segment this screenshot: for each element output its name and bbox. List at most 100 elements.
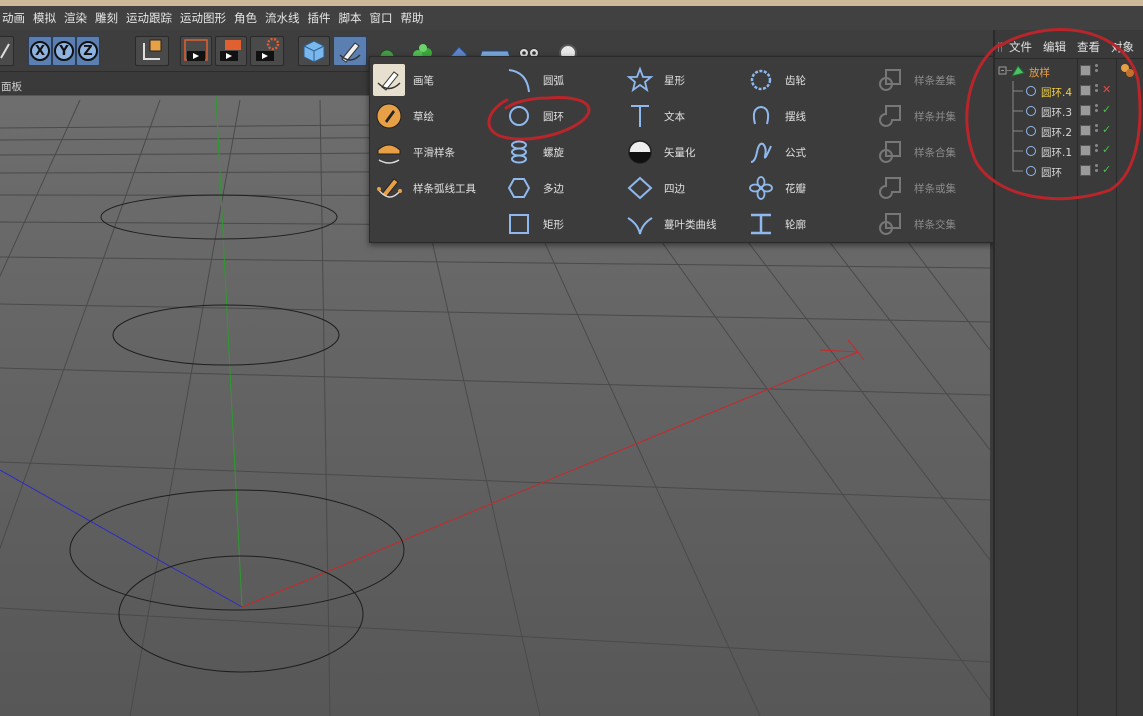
status-disabled-icon[interactable]: ✕ [1102,83,1111,96]
text-icon [624,100,656,132]
axis-y-lock-button[interactable]: Y [52,36,76,66]
undo-icon [0,43,10,59]
spline-menu-item-spline-or[interactable]: 样条或集 [874,170,956,206]
status-enabled-icon[interactable]: ✓ [1102,163,1111,176]
spline-menu-item-four-side[interactable]: 四边 [624,170,717,206]
menu-animation[interactable]: 动画 [2,10,33,26]
menu-motion-tracker[interactable]: 运动跟踪 [126,10,180,26]
spline-menu-item-label: 矩形 [543,218,564,231]
object-row-circle-1[interactable]: 圆环.1 ✓ [995,141,1143,161]
status-enabled-icon[interactable]: ✓ [1102,123,1111,136]
render-view-icon [184,39,208,61]
axis-z-lock-button[interactable]: Z [76,36,100,66]
object-row-loft[interactable]: 放样 [995,61,1143,81]
om-menu-view[interactable]: 查看 [1077,39,1100,55]
spline-menu-item-arc[interactable]: 圆弧 [503,62,564,98]
menu-pipeline[interactable]: 流水线 [265,10,308,26]
circle-icon [503,100,535,132]
x-axis-line [241,351,859,608]
spline-or-icon [874,172,906,204]
spline-menu-item-pen[interactable]: 画笔 [373,62,476,98]
spline-menu-column-primitives-1: 圆弧 圆环 螺旋 多边 矩形 [503,62,564,242]
profile-icon [745,208,777,240]
visibility-dots[interactable] [1095,104,1098,117]
menu-character[interactable]: 角色 [234,10,265,26]
spline-menu-item-polygon[interactable]: 多边 [503,170,564,206]
undo-button[interactable] [0,36,14,66]
cube-primitive-button[interactable] [298,36,330,66]
spline-menu-item-label: 样条交集 [914,218,956,231]
spline-menu-item-text[interactable]: 文本 [624,98,717,134]
object-row-circle-3[interactable]: 圆环.3 ✓ [995,101,1143,121]
om-separator [995,58,1143,59]
spline-menu-item-spline-union[interactable]: 样条并集 [874,98,956,134]
axis-x-icon: X [30,41,50,61]
render-to-picture-viewer-button[interactable] [215,36,247,66]
spline-pen-button[interactable] [333,36,367,66]
visibility-dots[interactable] [1095,64,1098,77]
spline-menu-item-cogwheel[interactable]: 齿轮 [745,62,806,98]
visibility-dots[interactable] [1095,144,1098,157]
menu-mograph[interactable]: 运动图形 [180,10,234,26]
tree-branch-line [1012,141,1023,161]
layer-color-swatch [1080,125,1091,136]
spline-menu-item-flower[interactable]: 花瓣 [745,170,806,206]
spline-menu-item-formula[interactable]: 公式 [745,134,806,170]
spline-menu-item-circle[interactable]: 圆环 [503,98,564,134]
spline-menu-item-star[interactable]: 星形 [624,62,717,98]
spline-menu-item-cycloid[interactable]: 摆线 [745,98,806,134]
menu-sculpt[interactable]: 雕刻 [95,10,126,26]
object-row-circle-4[interactable]: 圆环.4 ✕ [995,81,1143,101]
object-name: 圆环.3 [1041,107,1073,119]
visibility-dots[interactable] [1095,84,1098,97]
circle-spline-3[interactable] [112,304,340,366]
object-row-circle-2[interactable]: 圆环.2 ✓ [995,121,1143,141]
spline-menu-item-label: 蔓叶类曲线 [664,218,717,231]
spline-menu-column-boolean: 样条差集 样条并集 样条合集 样条或集 样条交集 [874,62,956,242]
spline-menu-column-primitives-3: 齿轮 摆线 公式 花瓣 轮廓 [745,62,806,242]
menu-simulate[interactable]: 模拟 [33,10,64,26]
spline-and-icon [874,136,906,168]
viewport-panel-menu[interactable]: 面板 [1,79,22,94]
om-menu-objects[interactable]: 对象 [1111,39,1134,55]
spline-menu-item-vectorizer[interactable]: 矢量化 [624,134,717,170]
menu-plugins[interactable]: 插件 [308,10,339,26]
visibility-dots[interactable] [1095,164,1098,177]
main-menubar: 动画 模拟 渲染 雕刻 运动跟踪 运动图形 角色 流水线 插件 脚本 窗口 帮助 [0,6,1143,30]
menu-window[interactable]: 窗口 [370,10,401,26]
spline-menu-item-profile[interactable]: 轮廓 [745,206,806,242]
spline-menu-item-label: 样条合集 [914,146,956,159]
spline-menu-item-spline-intersect[interactable]: 样条交集 [874,206,956,242]
spline-menu-item-sketch[interactable]: 草绘 [373,98,476,134]
spline-menu-item-spline-arc-tool[interactable]: 样条弧线工具 [373,170,476,206]
coordinate-system-button[interactable] [135,36,169,66]
axis-x-lock-button[interactable]: X [28,36,52,66]
render-view-button[interactable] [180,36,212,66]
visibility-dots[interactable] [1095,124,1098,137]
menu-script[interactable]: 脚本 [339,10,370,26]
spline-menu-item-label: 轮廓 [785,218,806,231]
panel-grip-icon[interactable] [998,42,1003,52]
om-menu-edit[interactable]: 编辑 [1043,39,1066,55]
spline-menu-item-smooth-spline[interactable]: 平滑样条 [373,134,476,170]
menu-help[interactable]: 帮助 [401,10,432,26]
tree-branch-line [1012,101,1023,121]
spline-menu-item-cissoid[interactable]: 蔓叶类曲线 [624,206,717,242]
object-name: 圆环.4 [1041,87,1073,99]
status-enabled-icon[interactable]: ✓ [1102,143,1111,156]
spline-menu-item-label: 文本 [664,110,685,123]
status-enabled-icon[interactable]: ✓ [1102,103,1111,116]
spline-menu-item-spline-subtract[interactable]: 样条差集 [874,62,956,98]
render-settings-button[interactable] [250,36,284,66]
cogwheel-icon [745,64,777,96]
spline-menu-item-helix[interactable]: 螺旋 [503,134,564,170]
om-menu-file[interactable]: 文件 [1009,39,1032,55]
loft-icon [1011,65,1025,77]
spline-menu-item-rectangle[interactable]: 矩形 [503,206,564,242]
object-row-circle[interactable]: 圆环 ✓ [995,161,1143,181]
spline-menu-item-spline-and[interactable]: 样条合集 [874,134,956,170]
tree-branch-line [1012,161,1023,172]
circle-icon [1026,86,1036,96]
menu-render[interactable]: 渲染 [64,10,95,26]
spline-menu-item-label: 样条弧线工具 [413,182,476,195]
